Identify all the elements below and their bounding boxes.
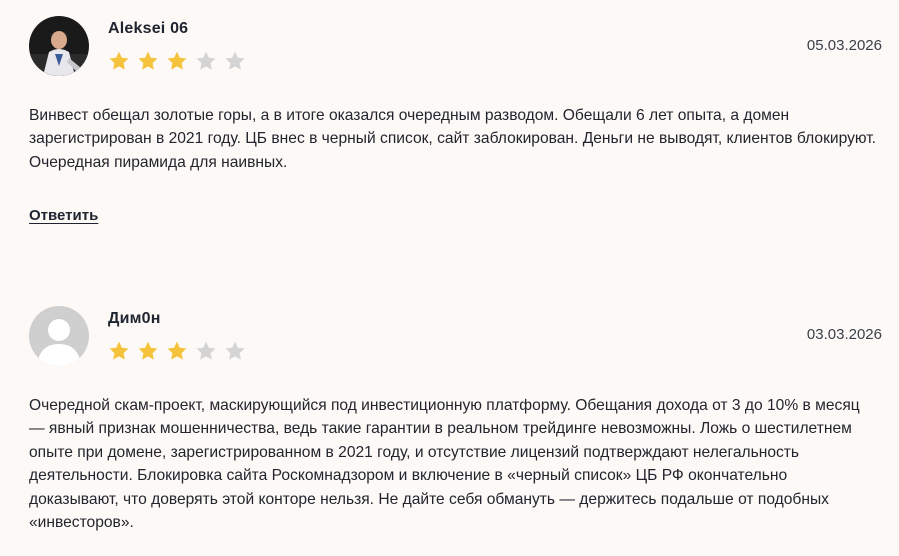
author-name: Дим0н (108, 310, 161, 327)
star-filled-icon (167, 341, 187, 360)
star-filled-icon (109, 341, 129, 360)
star-empty-icon (196, 341, 216, 360)
star-filled-icon (109, 51, 129, 70)
review-text: Очередной скам-проект, маскирующийся под… (29, 397, 860, 532)
avatar (29, 16, 89, 76)
star-empty-icon (225, 341, 245, 360)
review-date: 03.03.2026 (806, 326, 882, 343)
review-text: Винвест обещал золотые горы, а в итоге о… (29, 107, 877, 171)
author-name: Aleksei 06 (108, 20, 189, 37)
star-empty-icon (196, 51, 216, 70)
star-filled-icon (138, 51, 158, 70)
star-filled-icon (138, 341, 158, 360)
user-photo-icon (29, 16, 89, 76)
default-user-icon (29, 306, 89, 366)
star-filled-icon (167, 51, 187, 70)
avatar (29, 306, 89, 366)
star-empty-icon (225, 51, 245, 70)
reply-link[interactable]: Ответить (29, 207, 98, 224)
review-date: 05.03.2026 (806, 37, 882, 54)
